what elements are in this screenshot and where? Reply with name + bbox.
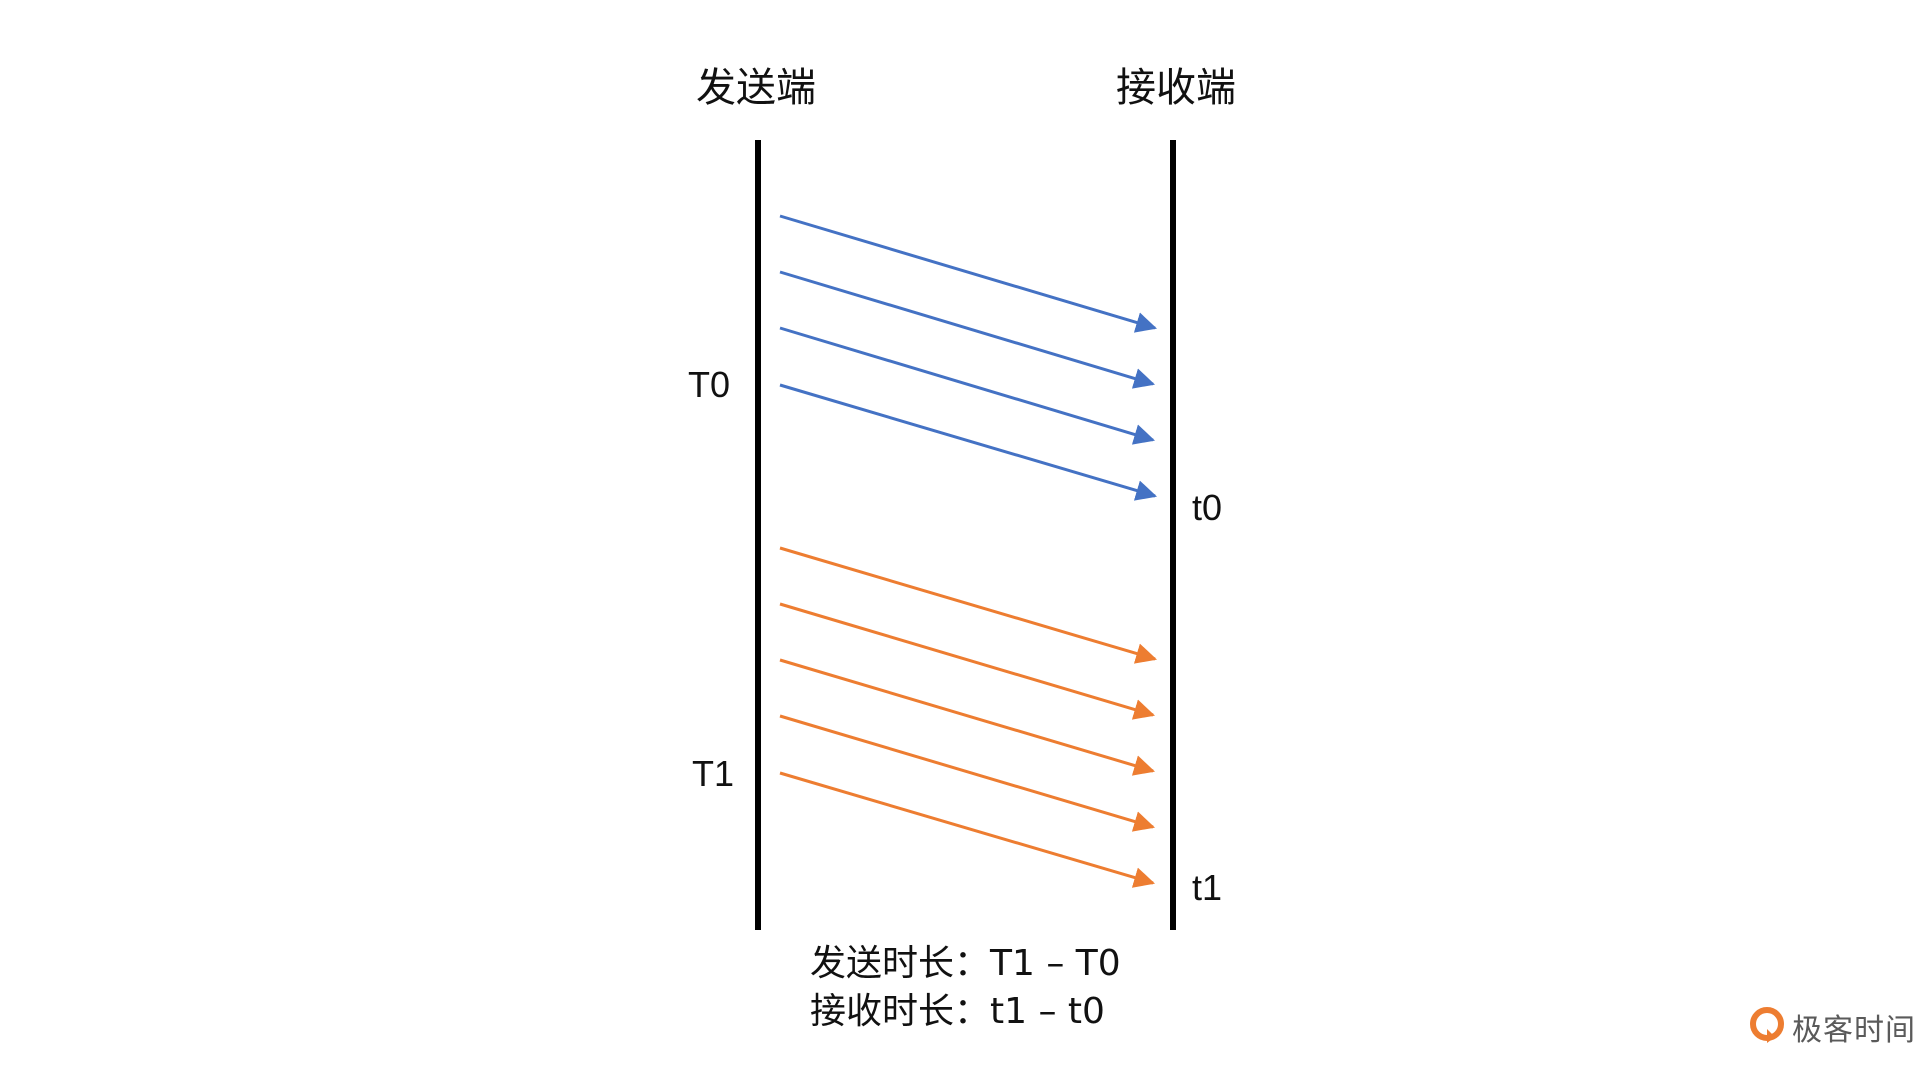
sequence-diagram <box>755 140 1176 930</box>
receiver-header: 接收端 <box>1116 65 1236 111</box>
marker-T0: T0 <box>688 364 731 405</box>
second-batch-arrows <box>779 546 1158 888</box>
brand-text: 极客时间 <box>1792 1013 1916 1048</box>
send-duration-line: 发送时长：T1 – T0 <box>810 943 1121 984</box>
packet-arrow-5 <box>779 546 1158 664</box>
packet-arrow-2 <box>779 270 1156 389</box>
packet-arrow-7 <box>779 658 1156 776</box>
diagram-canvas: 发送端 接收端 T0 T1 t0 t1 发送时长：T1 – T0 接收时长：t1… <box>0 0 1920 1080</box>
geektime-logo-icon <box>1750 1007 1784 1043</box>
packet-arrow-8 <box>779 714 1156 832</box>
packet-arrow-1 <box>779 214 1158 333</box>
brand-watermark: 极客时间 <box>1748 1005 1916 1049</box>
packet-arrow-9 <box>779 771 1156 888</box>
marker-t1: t1 <box>1192 867 1223 908</box>
marker-t0: t0 <box>1192 487 1223 528</box>
duration-summary: 发送时长：T1 – T0 接收时长：t1 – t0 <box>810 940 1121 1036</box>
recv-duration-line: 接收时长：t1 – t0 <box>810 991 1105 1032</box>
packet-arrow-4 <box>779 383 1158 501</box>
sender-header: 发送端 <box>696 65 816 111</box>
marker-T1: T1 <box>692 753 735 794</box>
packet-arrow-3 <box>779 326 1156 445</box>
packet-arrow-6 <box>779 602 1156 720</box>
first-batch-arrows <box>779 214 1158 501</box>
